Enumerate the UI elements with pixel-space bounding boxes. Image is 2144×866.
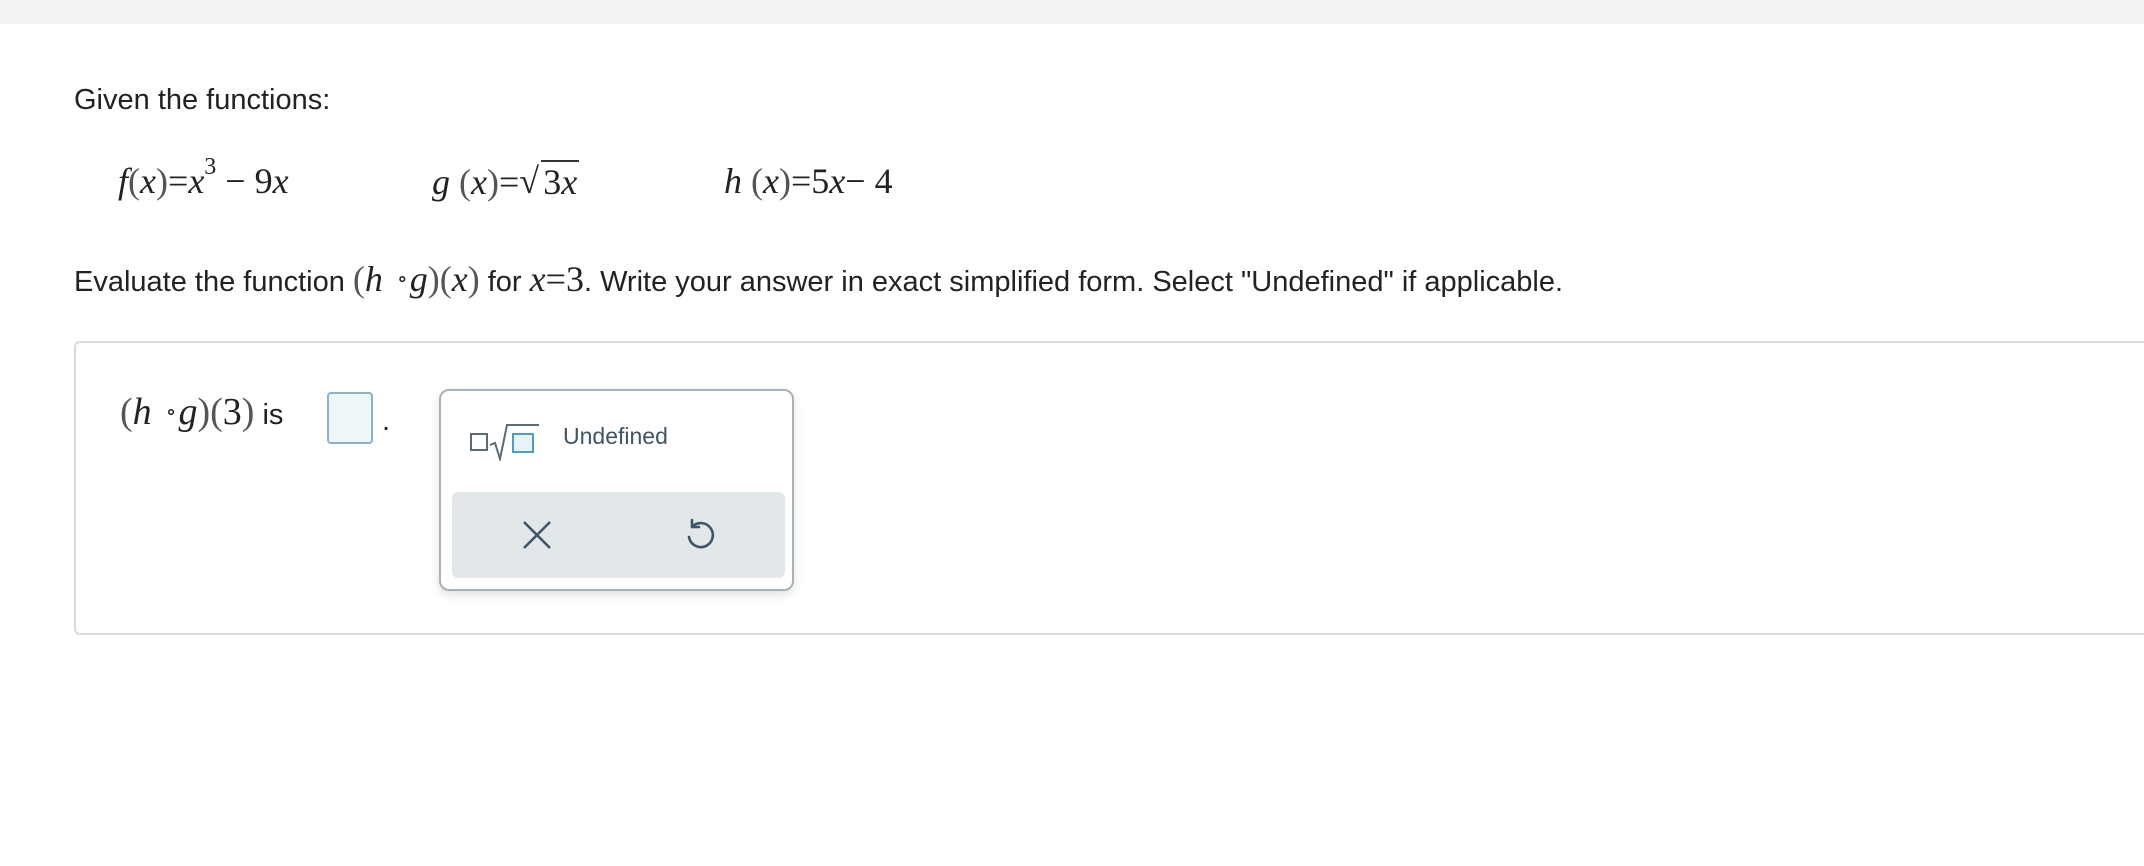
- sqrt-expression: √ 3x: [519, 160, 580, 202]
- undefined-button[interactable]: Undefined: [563, 423, 668, 450]
- answer-period: .: [382, 405, 391, 437]
- function-f: f(x)=x3 − 9x: [118, 154, 289, 201]
- answer-input[interactable]: [327, 392, 373, 444]
- palette-actions: [452, 492, 785, 578]
- answer-area: [74, 341, 2144, 635]
- undo-icon[interactable]: [682, 517, 718, 553]
- intro-text: Given the functions:: [74, 84, 331, 116]
- answer-prompt: (h ∘g)(3) is: [120, 391, 284, 433]
- function-g: g (x)= √ 3x: [432, 160, 580, 202]
- instruction-text: Evaluate the function (h ∘g)(x) for x=3. …: [74, 259, 1564, 299]
- top-bar: [0, 0, 2144, 24]
- function-h: h (x)=5x− 4: [724, 161, 893, 201]
- math-palette: Undefined: [439, 389, 794, 591]
- close-icon[interactable]: [520, 518, 554, 552]
- square-root-icon[interactable]: [469, 421, 541, 463]
